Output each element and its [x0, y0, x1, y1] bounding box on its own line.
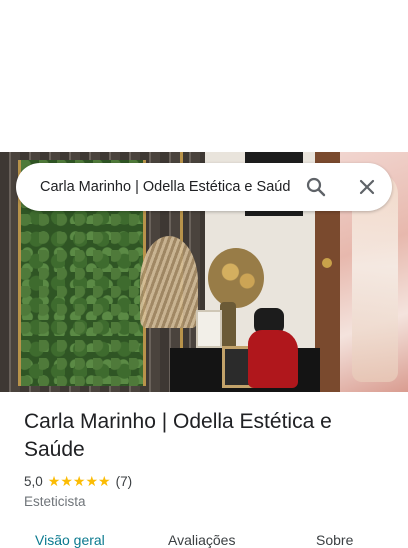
star-icon: ★ — [72, 473, 86, 489]
photo-device — [248, 330, 298, 388]
review-count[interactable]: (7) — [116, 474, 133, 489]
star-icon: ★ — [98, 473, 111, 489]
rating-stars: ★ ★ ★ ★ ★ — [48, 474, 111, 488]
tab-about[interactable]: Sobre — [316, 532, 353, 548]
place-tabs: Visão geral Avaliações Sobre — [0, 530, 408, 548]
search-icon[interactable] — [304, 175, 328, 199]
search-bar[interactable]: Carla Marinho | Odella Estética e Saúde — [16, 163, 392, 211]
star-icon: ★ — [85, 473, 99, 489]
photo-flowers — [208, 248, 264, 308]
rating-value: 5,0 — [24, 473, 43, 489]
star-icon: ★ — [60, 473, 73, 489]
photo-frame — [196, 310, 222, 348]
place-title: Carla Marinho | Odella Estética e Saúde — [24, 410, 332, 461]
star-icon: ★ — [47, 473, 61, 489]
photo-pampas-grass — [140, 236, 198, 328]
photo-vase — [220, 302, 236, 352]
place-category[interactable]: Esteticista — [24, 494, 86, 509]
close-icon[interactable] — [355, 175, 379, 199]
blank-top-area — [0, 0, 408, 152]
photo-door-knob — [322, 258, 332, 268]
search-query[interactable]: Carla Marinho | Odella Estética e Saúde — [40, 179, 290, 195]
tab-reviews[interactable]: Avaliações — [168, 532, 235, 548]
tab-overview[interactable]: Visão geral — [35, 532, 105, 548]
rating-row[interactable]: 5,0 ★ ★ ★ ★ ★ (7) — [24, 473, 132, 489]
